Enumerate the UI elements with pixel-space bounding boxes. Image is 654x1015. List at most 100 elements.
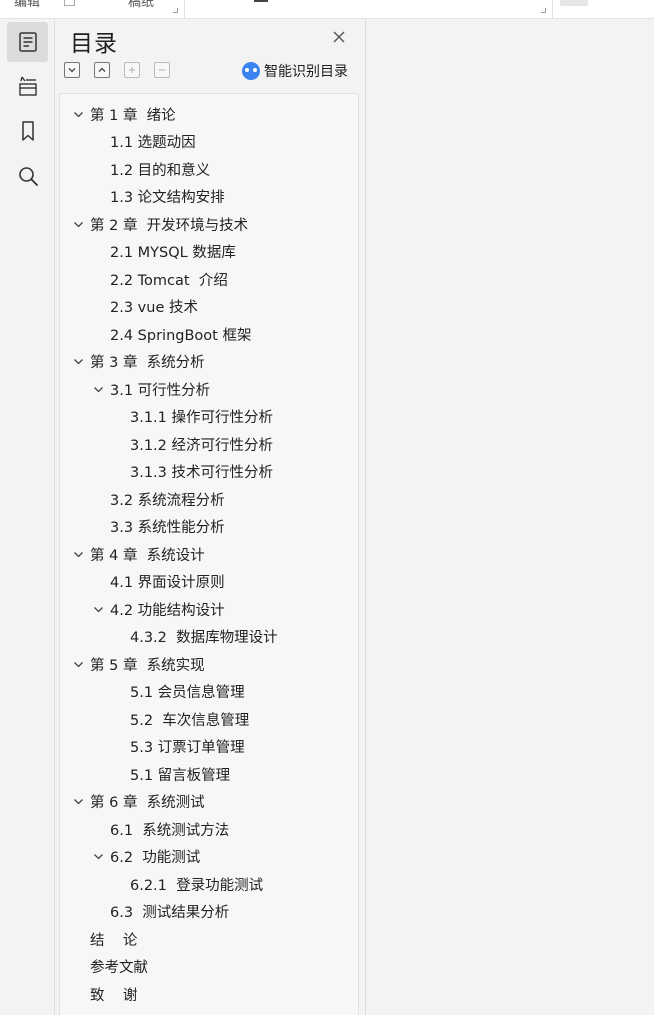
outline-item-label: 1.2 目的和意义 xyxy=(110,162,211,179)
outline-item[interactable]: 1.2 目的和意义 xyxy=(110,158,210,180)
outline-item-label: 3.1.2 经济可行性分析 xyxy=(130,437,274,454)
outline-item[interactable]: 3.3 系统性能分析 xyxy=(110,516,225,538)
outline-item-label: 5.1 留言板管理 xyxy=(130,767,231,784)
outline-item[interactable]: 第 2 章 开发环境与技术 xyxy=(70,213,248,235)
outline-item[interactable]: 6.2 功能测试 xyxy=(90,846,200,868)
document-outline-icon xyxy=(18,32,37,52)
outline-item[interactable]: 1.3 论文结构安排 xyxy=(110,186,225,208)
outline-item[interactable]: 3.1 可行性分析 xyxy=(90,378,210,400)
outline-item-label: 2.3 vue 技术 xyxy=(110,300,198,316)
outline-item[interactable]: 2.3 vue 技术 xyxy=(110,296,198,318)
toolbar-divider xyxy=(184,0,185,18)
plus-icon xyxy=(129,67,135,73)
chevron-up-icon xyxy=(98,67,106,72)
outline-item-label: 致 谢 xyxy=(90,987,138,1004)
outline-item[interactable]: 参考文献 xyxy=(90,956,148,978)
outline-item-label: 3.1 可行性分析 xyxy=(110,382,211,399)
chevron-down-icon[interactable] xyxy=(70,354,86,370)
outline-item[interactable]: 2.1 MYSQL 数据库 xyxy=(110,241,236,263)
outline-item[interactable]: 3.1.2 经济可行性分析 xyxy=(130,433,273,455)
search-icon xyxy=(18,167,38,186)
outline-item-label: 第 5 章 系统实现 xyxy=(90,657,205,674)
expand-all-button[interactable] xyxy=(94,62,110,78)
outline-item[interactable]: 5.3 订票订单管理 xyxy=(130,736,245,758)
add-heading-button[interactable] xyxy=(124,62,140,78)
outline-item-label: 3.1.3 技术可行性分析 xyxy=(130,465,274,481)
chevron-down-icon[interactable] xyxy=(70,106,86,122)
sidebar-rail xyxy=(0,19,55,1015)
outline-item[interactable]: 第 3 章 系统分析 xyxy=(70,351,205,373)
chevron-down-icon[interactable] xyxy=(70,794,86,810)
panel-title: 目录 xyxy=(70,31,118,57)
toolbar-manuscript-label[interactable]: 稿纸 xyxy=(128,0,154,10)
outline-item[interactable]: 5.1 留言板管理 xyxy=(130,763,230,785)
outline-item[interactable]: 5.2 车次信息管理 xyxy=(130,708,249,730)
outline-item-label: 3.3 系统性能分析 xyxy=(110,520,225,536)
outline-item[interactable]: 1.1 选题动因 xyxy=(110,131,196,153)
toolbar-checkbox[interactable] xyxy=(64,0,75,6)
top-toolbar: 编辑 稿纸 xyxy=(0,0,654,19)
dropdown-corner-icon xyxy=(173,8,178,13)
outline-item-label: 第 1 章 绪论 xyxy=(90,107,176,124)
outline-item-label: 6.1 系统测试方法 xyxy=(110,822,230,839)
outline-item[interactable]: 结 论 xyxy=(90,928,137,950)
outline-item-label: 2.1 MYSQL 数据库 xyxy=(110,245,236,261)
outline-item[interactable]: 6.1 系统测试方法 xyxy=(110,818,229,840)
bookmark-button[interactable] xyxy=(7,111,48,151)
chevron-down-icon[interactable] xyxy=(90,849,106,865)
outline-item[interactable]: 2.4 SpringBoot 框架 xyxy=(110,323,251,345)
chevron-down-icon[interactable] xyxy=(70,546,86,562)
outline-item-label: 6.2 功能测试 xyxy=(110,850,201,866)
outline-item-label: 4.1 界面设计原则 xyxy=(110,575,225,591)
outline-item-label: 第 6 章 系统测试 xyxy=(90,795,205,811)
toolbar-edit-label[interactable]: 编辑 xyxy=(14,0,40,10)
structure-button[interactable] xyxy=(7,66,48,106)
remove-heading-button[interactable] xyxy=(154,62,170,78)
outline-panel-button[interactable] xyxy=(7,22,48,62)
outline-item[interactable]: 4.1 界面设计原则 xyxy=(110,571,225,593)
search-button[interactable] xyxy=(7,156,48,196)
chevron-down-icon[interactable] xyxy=(70,656,86,672)
chevron-down-icon[interactable] xyxy=(90,381,106,397)
dropdown-corner-icon xyxy=(541,8,546,13)
outline-item-label: 1.3 论文结构安排 xyxy=(110,190,225,206)
chevron-down-icon[interactable] xyxy=(70,216,86,232)
outline-item-label: 1.1 选题动因 xyxy=(110,135,196,151)
outline-panel: 目录 智能识别目录 第 1 章 绪论 1.1 选题动因 1.2 目的和意义 1.3 论… xyxy=(56,19,366,1015)
close-button[interactable] xyxy=(330,28,348,46)
structure-icon xyxy=(18,76,37,96)
outline-item-label: 第 4 章 系统设计 xyxy=(90,547,205,564)
document-area xyxy=(367,19,654,1015)
toolbar-gray-button[interactable] xyxy=(560,0,588,6)
outline-item-label: 2.4 SpringBoot 框架 xyxy=(110,327,252,344)
outline-item-label: 6.2.1 登录功能测试 xyxy=(130,877,264,894)
outline-item-label: 第 3 章 系统分析 xyxy=(90,355,205,371)
outline-item[interactable]: 6.3 测试结果分析 xyxy=(110,901,229,923)
outline-item[interactable]: 第 1 章 绪论 xyxy=(70,103,176,125)
toolbar-mini-icon[interactable] xyxy=(254,0,268,2)
chevron-down-icon[interactable] xyxy=(90,601,106,617)
outline-item[interactable]: 4.3.2 数据库物理设计 xyxy=(130,626,278,648)
smart-recognize-button[interactable]: 智能识别目录 xyxy=(242,60,348,82)
outline-item[interactable]: 5.1 会员信息管理 xyxy=(130,681,245,703)
outline-item[interactable]: 第 5 章 系统实现 xyxy=(70,653,205,675)
outline-item[interactable]: 2.2 Tomcat 介绍 xyxy=(110,268,228,290)
outline-item-label: 6.3 测试结果分析 xyxy=(110,905,230,921)
outline-item[interactable]: 6.2.1 登录功能测试 xyxy=(130,873,263,895)
outline-item-label: 5.2 车次信息管理 xyxy=(130,712,250,729)
outline-item[interactable]: 4.2 功能结构设计 xyxy=(90,598,225,620)
outline-item-label: 5.3 订票订单管理 xyxy=(130,740,245,756)
outline-item[interactable]: 3.2 系统流程分析 xyxy=(110,488,225,510)
outline-item-label: 3.2 系统流程分析 xyxy=(110,492,225,509)
outline-tree: 第 1 章 绪论 1.1 选题动因 1.2 目的和意义 1.3 论文结构安排第 2 章… xyxy=(59,93,359,1015)
smart-recognize-label: 智能识别目录 xyxy=(264,64,348,80)
outline-item[interactable]: 致 谢 xyxy=(90,983,137,1005)
outline-item[interactable]: 第 4 章 系统设计 xyxy=(70,543,205,565)
outline-item-label: 3.1.1 操作可行性分析 xyxy=(130,410,274,426)
collapse-all-button[interactable] xyxy=(64,62,80,78)
outline-item[interactable]: 3.1.3 技术可行性分析 xyxy=(130,461,273,483)
outline-item[interactable]: 第 6 章 系统测试 xyxy=(70,791,205,813)
minus-icon xyxy=(159,69,165,71)
outline-item[interactable]: 3.1.1 操作可行性分析 xyxy=(130,406,273,428)
outline-item-label: 参考文献 xyxy=(90,960,148,976)
